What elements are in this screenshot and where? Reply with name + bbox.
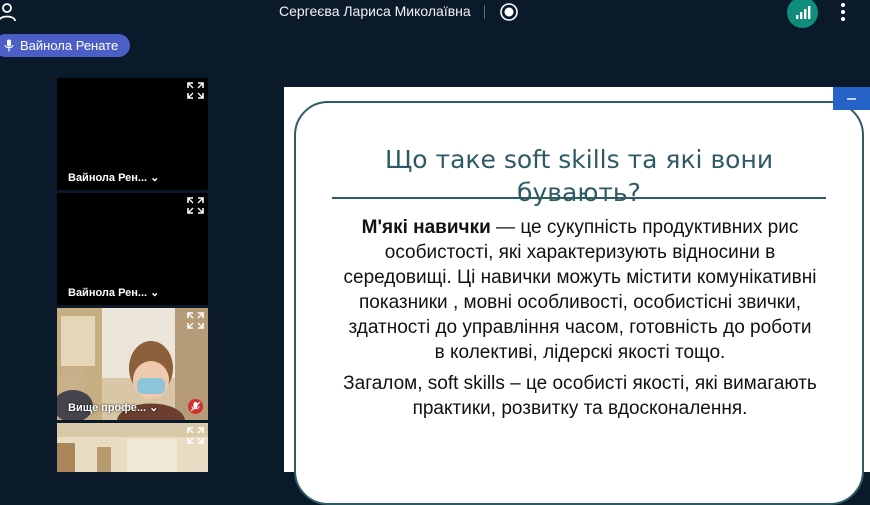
title-divider xyxy=(332,197,826,199)
more-options-icon[interactable] xyxy=(833,1,853,23)
chevron-down-icon: ⌄ xyxy=(150,172,160,184)
minimize-button[interactable] xyxy=(833,87,870,110)
connection-quality-button[interactable] xyxy=(787,0,818,28)
participant-name: Вайнола Рен... xyxy=(68,172,148,184)
active-speaker-name: Вайнола Ренате xyxy=(20,38,119,53)
meeting-title: Сергеєва Лариса Миколаївна xyxy=(279,3,471,19)
minimize-icon xyxy=(847,98,856,100)
participant-tile[interactable] xyxy=(57,423,208,472)
participant-name-menu[interactable]: Вайнола Рен... ⌄ xyxy=(68,171,159,184)
participant-tile[interactable]: Вайнола Рен... ⌄ xyxy=(57,78,208,190)
chevron-down-icon: ⌄ xyxy=(150,287,160,299)
participant-video xyxy=(57,423,208,472)
signal-bars-icon xyxy=(796,6,811,19)
top-bar: Сергеєва Лариса Миколаївна xyxy=(0,0,870,28)
participant-name: Вайнола Рен... xyxy=(68,287,148,299)
people-icon[interactable] xyxy=(0,2,18,22)
participant-name-menu[interactable]: Вище профе... ⌄ xyxy=(68,401,158,414)
shared-screen: Що таке soft skills та які вони бувають?… xyxy=(284,87,870,505)
active-speaker-badge: Вайнола Ренате xyxy=(0,34,131,57)
fullscreen-icon[interactable] xyxy=(187,197,204,214)
title-divider xyxy=(484,5,485,19)
participant-tile[interactable]: Вище профе... ⌄ xyxy=(57,308,208,420)
chevron-down-icon: ⌄ xyxy=(149,402,159,414)
record-icon[interactable] xyxy=(499,2,519,22)
slide-frame: Що таке soft skills та які вони бувають?… xyxy=(294,101,864,505)
mic-muted-icon xyxy=(188,399,203,414)
participant-name: Вище профе... xyxy=(68,402,147,414)
slide-body: М'які навички — це сукупність продуктивн… xyxy=(341,215,819,421)
participant-name-menu[interactable]: Вайнола Рен... ⌄ xyxy=(68,286,159,299)
slide-definition: — це сукупність продуктивних рис особист… xyxy=(343,217,817,363)
microphone-icon xyxy=(4,39,14,52)
slide-paragraph: Загалом, soft skills – це особисті якост… xyxy=(343,373,817,419)
fullscreen-icon[interactable] xyxy=(187,82,204,99)
fullscreen-icon[interactable] xyxy=(187,312,204,329)
slide-paragraph: М'які навички — це сукупність продуктивн… xyxy=(341,215,819,365)
slide-title: Що таке soft skills та які вони бувають? xyxy=(384,145,774,207)
participant-tile[interactable]: Вайнола Рен... ⌄ xyxy=(57,193,208,305)
fullscreen-icon[interactable] xyxy=(187,427,204,444)
slide-term: М'які навички xyxy=(361,217,491,238)
